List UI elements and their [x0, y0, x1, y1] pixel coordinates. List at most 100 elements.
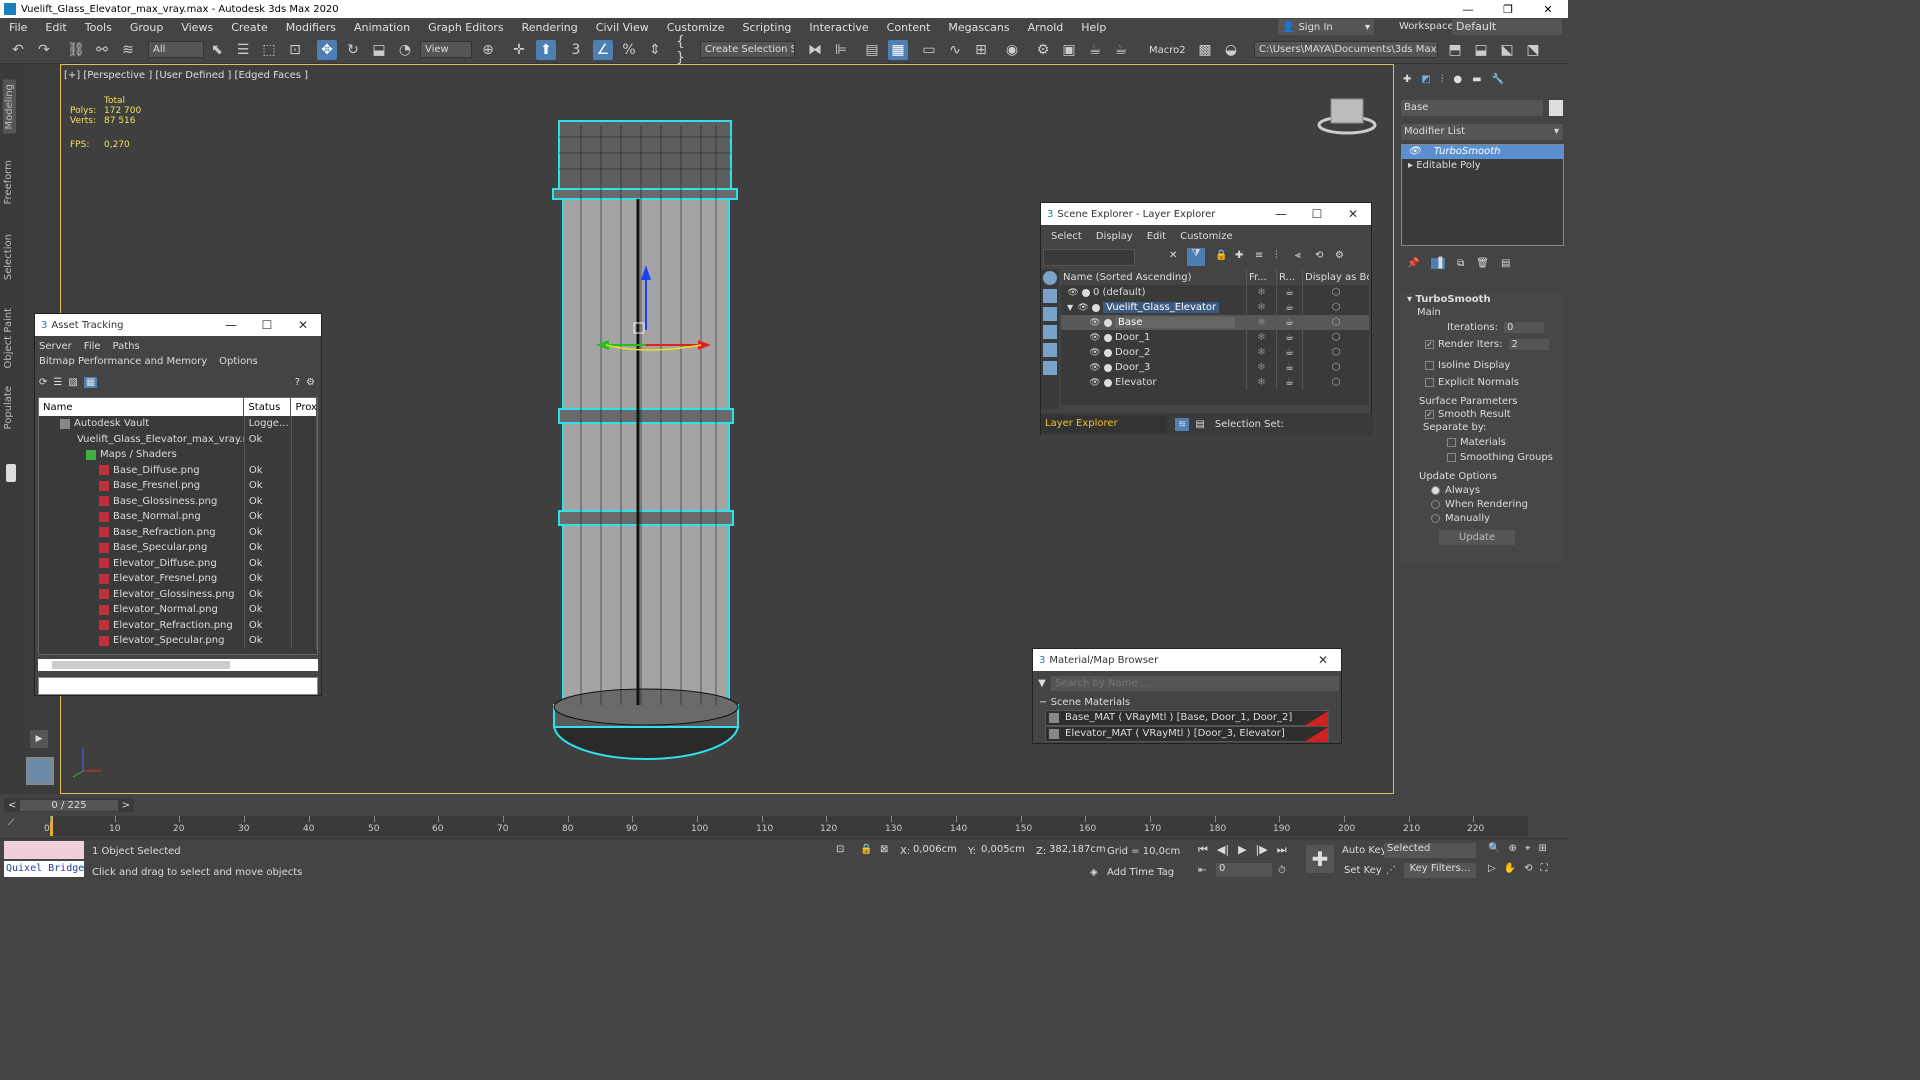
- named-selection-dropdown[interactable]: Create Selection Se: [700, 41, 795, 58]
- zoom-all-icon[interactable]: ⊕: [1508, 843, 1516, 854]
- eye-icon[interactable]: 👁: [1408, 146, 1421, 157]
- at-close-button[interactable]: ✕: [285, 318, 321, 332]
- lock-selection-icon[interactable]: 🔒: [860, 844, 872, 855]
- visibility-icon[interactable]: 👁: [1089, 348, 1101, 358]
- layer-toggle-icon[interactable]: ≋: [1175, 417, 1190, 431]
- col-status[interactable]: Status: [244, 398, 292, 416]
- at-menu-bitmap-performance-and-memory[interactable]: Bitmap Performance and Memory: [39, 354, 207, 369]
- display-box-icon[interactable]: ⬡: [1303, 300, 1369, 315]
- scene-materials-group[interactable]: − Scene Materials: [1033, 696, 1341, 710]
- display-box-icon[interactable]: ⬡: [1303, 315, 1369, 330]
- visibility-icon[interactable]: 👁: [1077, 303, 1089, 313]
- go-to-end-icon[interactable]: ⏭: [1277, 843, 1287, 857]
- settings-icon[interactable]: ⚙: [306, 377, 315, 388]
- layer-stack-icon[interactable]: ⫷: [1295, 250, 1301, 261]
- visibility-icon[interactable]: 👁: [1089, 378, 1101, 388]
- at-maximize-button[interactable]: ☐: [249, 318, 285, 332]
- select-place-icon[interactable]: ◔: [395, 40, 415, 60]
- se-close-button[interactable]: ✕: [1335, 207, 1371, 221]
- layer-row[interactable]: 👁 Door_2 ❄ ☕ ⬡: [1061, 345, 1369, 360]
- angle-snap-icon[interactable]: ∠: [593, 40, 613, 60]
- asset-row[interactable]: Vuelift_Glass_Elevator_max_vray.maxOk: [39, 431, 317, 447]
- z-field[interactable]: 382,187cm: [1047, 844, 1106, 855]
- object-name-field[interactable]: Base: [1401, 100, 1543, 116]
- quixel-bridge-button[interactable]: Quixel Bridge: [4, 861, 84, 877]
- mirror-icon[interactable]: ⧓: [805, 40, 825, 60]
- time-slider[interactable]: < 0 / 225 >: [4, 798, 134, 812]
- select-rotate-icon[interactable]: ↻: [343, 40, 363, 60]
- zoom-extents-icon[interactable]: ⌖: [1525, 843, 1531, 854]
- visibility-icon[interactable]: 👁: [1089, 318, 1101, 328]
- menu-arnold[interactable]: Arnold: [1019, 21, 1073, 34]
- maxscript-listener[interactable]: [4, 841, 84, 859]
- rect-selection-icon[interactable]: ⬚: [259, 40, 279, 60]
- keyboard-shortcut-override-icon[interactable]: ⬆: [536, 40, 556, 60]
- undo-icon[interactable]: ↶: [8, 40, 28, 60]
- track-bar[interactable]: 0 10 20 30 40 50 60 70 80 90 100 110 120 130 140 150 160…: [44, 816, 1528, 836]
- table-view-icon[interactable]: ▦: [83, 376, 98, 388]
- tab-freeform[interactable]: Freeform: [3, 160, 14, 205]
- se-menu-customize[interactable]: Customize: [1180, 231, 1233, 242]
- render-setup-icon[interactable]: ⚙: [1033, 40, 1053, 60]
- render-iters-spinner[interactable]: 2: [1508, 339, 1549, 350]
- snaps-toggle-icon[interactable]: 3: [566, 40, 586, 60]
- menu-interactive[interactable]: Interactive: [800, 21, 877, 34]
- select-manipulate-icon[interactable]: ✛: [509, 40, 529, 60]
- layer-row[interactable]: 👁 0 (default) ❄ ☕ ⬡: [1061, 285, 1369, 300]
- manually-radio[interactable]: [1431, 513, 1440, 523]
- select-scale-icon[interactable]: ⬓: [369, 40, 389, 60]
- prev-key-icon[interactable]: ◀|: [1217, 843, 1229, 857]
- fov-icon[interactable]: ▷: [1488, 863, 1496, 874]
- asset-row[interactable]: Base_Specular.png Ok: [39, 540, 317, 556]
- project-set-icon[interactable]: ⬕: [1497, 40, 1517, 60]
- menu-megascans[interactable]: Megascans: [939, 21, 1018, 34]
- project-folder-icon[interactable]: ⬒: [1445, 40, 1465, 60]
- menu-animation[interactable]: Animation: [345, 21, 419, 34]
- list-view-icon[interactable]: ☰: [53, 377, 62, 388]
- ref-coord-dropdown[interactable]: View: [420, 41, 472, 58]
- display-shapes-icon[interactable]: [1043, 289, 1057, 303]
- zoom-icon[interactable]: 🔍: [1488, 843, 1500, 854]
- layer-row[interactable]: ▼ 👁 Vuelift_Glass_Elevator ❄ ☕ ⬡: [1061, 300, 1369, 315]
- project-browse-icon[interactable]: ⬔: [1523, 40, 1543, 60]
- bind-space-warp-icon[interactable]: ≋: [118, 40, 138, 60]
- menu-scripting[interactable]: Scripting: [733, 21, 800, 34]
- explicit-normals-checkbox[interactable]: [1425, 377, 1434, 387]
- asset-row[interactable]: Elevator_Normal.png Ok: [39, 602, 317, 618]
- freeze-icon[interactable]: ❄: [1247, 315, 1277, 330]
- freeze-icon[interactable]: ❄: [1247, 330, 1277, 345]
- asset-row[interactable]: Base_Fresnel.png Ok: [39, 478, 317, 494]
- prev-frame-icon[interactable]: <: [4, 800, 20, 811]
- link-icon[interactable]: ⛓: [66, 40, 86, 60]
- se-menu-select[interactable]: Select: [1051, 231, 1082, 242]
- layer-options-icon[interactable]: ⚙: [1335, 250, 1344, 261]
- select-by-name-icon[interactable]: ☰: [233, 40, 253, 60]
- object-color-swatch[interactable]: [1549, 100, 1563, 116]
- asset-row[interactable]: Base_Refraction.png Ok: [39, 524, 317, 540]
- display-box-icon[interactable]: ⬡: [1303, 285, 1369, 300]
- col-name[interactable]: Name (Sorted Ascending): [1061, 269, 1247, 285]
- scroll-thumb[interactable]: [52, 661, 230, 669]
- select-object-icon[interactable]: ⬉: [207, 40, 227, 60]
- layer-row[interactable]: 👁 Door_1 ❄ ☕ ⬡: [1061, 330, 1369, 345]
- render-icon[interactable]: ☕: [1277, 330, 1303, 345]
- key-mode-toggle-icon[interactable]: ⋰: [1386, 865, 1396, 876]
- close-button[interactable]: ✕: [1528, 3, 1568, 16]
- asset-row[interactable]: Elevator_Glossiness.png Ok: [39, 586, 317, 602]
- key-mode-icon[interactable]: ⇤: [1198, 865, 1206, 876]
- at-minimize-button[interactable]: —: [213, 318, 249, 332]
- tab-populate[interactable]: Populate: [3, 386, 14, 429]
- col-freeze[interactable]: Fr...: [1247, 269, 1277, 285]
- freeze-icon[interactable]: ❄: [1247, 375, 1277, 390]
- at-menu-options[interactable]: Options: [219, 354, 258, 369]
- asset-hscrollbar[interactable]: [38, 659, 318, 671]
- smooth-result-checkbox[interactable]: ✓: [1425, 409, 1434, 419]
- refresh-icon[interactable]: ⟳: [39, 377, 47, 388]
- pan-icon[interactable]: ✋: [1504, 863, 1516, 874]
- absolute-mode-icon[interactable]: ⊠: [880, 844, 888, 855]
- stack-item-editable-poly[interactable]: ▸ Editable Poly: [1402, 159, 1563, 173]
- lock-icon[interactable]: 🔒: [1215, 250, 1227, 261]
- col-proxy[interactable]: Prox: [291, 398, 317, 416]
- add-to-layer-icon[interactable]: ≡: [1255, 250, 1263, 261]
- menu-content[interactable]: Content: [878, 21, 940, 34]
